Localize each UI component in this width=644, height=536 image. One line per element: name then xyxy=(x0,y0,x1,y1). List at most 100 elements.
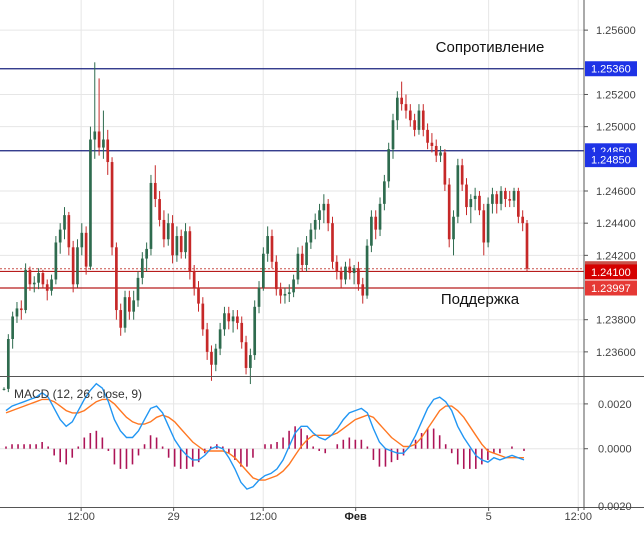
candle-body xyxy=(58,229,62,243)
candle-body xyxy=(11,316,14,339)
candle-body xyxy=(166,223,170,240)
candle-body xyxy=(287,292,291,294)
candle-body xyxy=(67,215,71,248)
candle-body xyxy=(132,300,136,312)
candle-body xyxy=(54,242,58,280)
candle-body xyxy=(192,271,196,288)
chart-canvas[interactable]: 1.25600 1.25200 1.25000 1.24600 1.24400 1.242… xyxy=(0,0,644,531)
candle-body xyxy=(491,194,494,204)
time-tick-label: 29 xyxy=(167,511,179,523)
candle-body xyxy=(279,289,282,296)
candle-body xyxy=(300,253,304,265)
candle-body xyxy=(447,184,451,240)
candle-body xyxy=(223,313,226,330)
candle-body xyxy=(357,268,360,285)
candle-body xyxy=(97,131,101,148)
candle-body xyxy=(249,355,252,368)
candle-body xyxy=(50,279,53,291)
candle-body xyxy=(478,195,481,211)
candle-body xyxy=(24,269,27,311)
candle-body xyxy=(348,266,352,274)
candle-body xyxy=(171,223,174,256)
candle-body xyxy=(283,293,287,296)
candle-body xyxy=(318,210,321,220)
candle-body xyxy=(32,282,36,285)
candle-body xyxy=(89,139,92,267)
time-tick-label: 12:00 xyxy=(564,511,592,523)
candle-body xyxy=(93,131,97,140)
candle-body xyxy=(19,308,23,311)
candle-body xyxy=(374,216,378,230)
candle-body xyxy=(197,287,200,304)
price-tick-label: 1.25000 xyxy=(596,122,636,134)
candle-body xyxy=(179,236,183,253)
candle-body xyxy=(240,322,244,343)
candle-body xyxy=(71,247,75,285)
candle-body xyxy=(486,203,490,243)
candle-body xyxy=(335,261,339,272)
candle-body xyxy=(244,342,248,368)
candle-body xyxy=(426,129,429,143)
candle-body xyxy=(495,194,499,204)
candle-body xyxy=(508,199,512,201)
price-tick-label: 1.24200 xyxy=(596,250,636,262)
candle-body xyxy=(383,181,386,204)
candle-body xyxy=(292,279,295,293)
macd-tick-label: 0.0000 xyxy=(598,444,632,456)
candle-body xyxy=(378,203,382,230)
price-tag-label: 1.24850 xyxy=(591,155,631,167)
price-tick-label: 1.25200 xyxy=(596,89,636,101)
candle-body xyxy=(253,306,257,356)
candle-body xyxy=(296,253,300,280)
candle-body xyxy=(439,152,442,156)
candle-body xyxy=(123,297,127,328)
candle-body xyxy=(482,210,486,243)
candle-body xyxy=(512,191,516,201)
price-tick-label: 1.23800 xyxy=(596,315,636,327)
candle-body xyxy=(413,120,416,130)
candle-body xyxy=(465,184,468,208)
candle-body xyxy=(387,149,391,182)
candle-body xyxy=(6,339,10,389)
candle-body xyxy=(473,195,477,200)
price-tick-label: 1.24400 xyxy=(596,218,636,230)
candle-body xyxy=(261,253,265,288)
price-tick-label: 1.24600 xyxy=(596,186,636,198)
candle-body xyxy=(266,236,270,254)
grid xyxy=(0,0,584,507)
candle-body xyxy=(214,348,218,365)
price-tag-label: 1.24100 xyxy=(591,267,631,279)
time-axis-ticks: 12:00 29 12:00 Фев 5 12:00 xyxy=(67,507,592,523)
candle-body xyxy=(469,199,473,208)
candle-body xyxy=(408,110,412,121)
candle-body xyxy=(404,104,408,111)
candle-body xyxy=(140,258,144,278)
candle-body xyxy=(430,142,434,146)
candle-body xyxy=(149,182,153,249)
candle-body xyxy=(37,273,40,283)
candle-body xyxy=(517,191,520,217)
candle-body xyxy=(145,248,148,259)
candle-body xyxy=(162,219,166,240)
candle-body xyxy=(305,242,308,265)
candle-body xyxy=(257,287,261,307)
macd-title: MACD (12, 26, close, 9) xyxy=(14,387,142,401)
candle-body xyxy=(115,247,118,311)
candle-body xyxy=(370,216,373,246)
candle-body xyxy=(417,110,421,130)
candle-body xyxy=(128,297,131,312)
candle-body xyxy=(218,329,222,349)
time-tick-label: 12:00 xyxy=(67,511,95,523)
forex-chart[interactable]: 1.25600 1.25200 1.25000 1.24600 1.24400 1.242… xyxy=(0,0,644,531)
support-label: Поддержка xyxy=(441,291,520,308)
candle-body xyxy=(205,329,209,352)
candle-body xyxy=(421,110,425,130)
candle-body xyxy=(45,284,49,291)
candle-body xyxy=(456,165,460,217)
price-tick-label: 1.25600 xyxy=(596,25,636,37)
candle-body xyxy=(499,191,503,204)
candle-body xyxy=(80,232,84,248)
candle-body xyxy=(84,232,88,267)
candle-body xyxy=(119,310,123,328)
candle-body xyxy=(309,229,313,243)
